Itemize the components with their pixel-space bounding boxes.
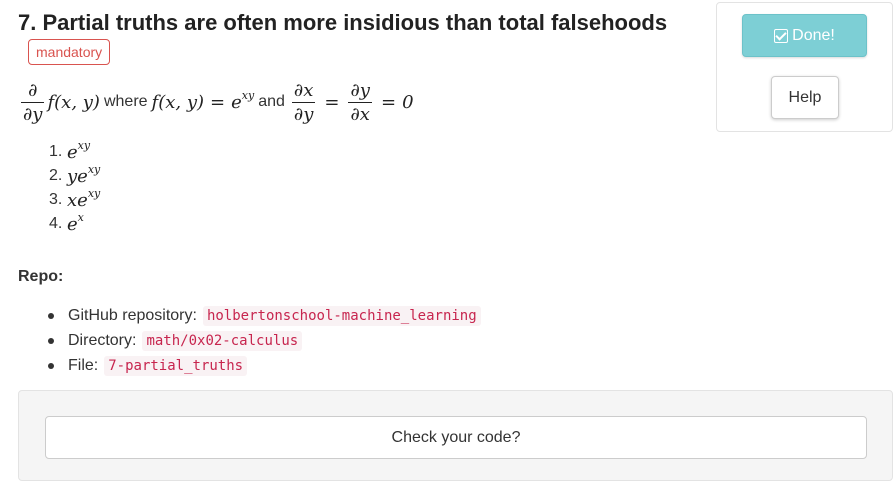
fraction-dx-dy: ∂x ∂y — [291, 79, 316, 125]
option-number: 2. — [49, 167, 63, 184]
repo-item-github: GitHub repository: holbertonschool-machi… — [48, 303, 481, 328]
equals-sign-3: = — [380, 91, 397, 113]
checkbox-checked-icon — [774, 28, 789, 43]
option-exponent: xy — [87, 187, 101, 200]
bullet-icon — [48, 337, 54, 344]
fraction-dy-dx-denominator: ∂x — [348, 101, 372, 125]
option-base: e — [77, 166, 88, 187]
option-expression: yexy — [67, 163, 101, 187]
option-exponent: x — [77, 211, 84, 224]
repo-name-code: holbertonschool-machine_learning — [202, 305, 481, 326]
answer-option-1: 1. exy — [49, 139, 100, 164]
fraction-dy-dx: ∂y ∂x — [348, 79, 372, 125]
done-button-label: Done! — [792, 26, 835, 44]
zero-value: 0 — [402, 91, 414, 113]
option-base: e — [77, 190, 88, 211]
check-code-button[interactable]: Check your code? — [45, 416, 867, 459]
done-button[interactable]: Done! — [742, 14, 867, 57]
answer-option-3: 3. xexy — [49, 187, 101, 212]
fraction-dx-dy-numerator: ∂x — [293, 79, 314, 101]
option-expression: ex — [67, 211, 84, 235]
exp-base: e — [231, 92, 242, 113]
bullet-icon — [48, 312, 54, 319]
file-code: 7-partial_truths — [104, 355, 248, 376]
function-definition-lhs: f(x, y) — [151, 91, 205, 113]
repo-item-label: Directory: — [68, 331, 137, 349]
fraction-dx-dy-denominator: ∂y — [291, 101, 316, 125]
option-number: 3. — [49, 191, 63, 208]
option-number: 4. — [49, 215, 63, 232]
option-expression: exy — [67, 139, 91, 163]
partial-derivative-operator: ∂ ∂y — [21, 79, 45, 125]
option-exponent: xy — [87, 163, 101, 176]
where-text: where — [103, 93, 148, 110]
option-number: 1. — [49, 143, 63, 160]
task-title: 7. Partial truths are often more insidio… — [18, 10, 668, 35]
fraction-dy-dx-numerator: ∂y — [350, 79, 370, 101]
equals-sign: = — [210, 91, 226, 113]
repo-details: GitHub repository: holbertonschool-machi… — [48, 303, 481, 378]
function-definition-rhs: exy — [231, 89, 255, 113]
partial-denominator: ∂y — [21, 101, 45, 125]
help-button[interactable]: Help — [771, 76, 839, 119]
repo-item-label: File: — [68, 356, 99, 374]
answer-option-4: 4. ex — [49, 211, 100, 236]
partial-numerator: ∂ — [28, 79, 38, 101]
exp-power: xy — [241, 89, 255, 102]
option-expression: xexy — [67, 187, 101, 211]
option-base: e — [67, 214, 78, 235]
option-base: e — [67, 142, 78, 163]
answer-option-2: 2. yexy — [49, 163, 101, 188]
repo-item-file: File: 7-partial_truths — [48, 353, 481, 378]
task-page: 7. Partial truths are often more insidio… — [0, 0, 894, 481]
option-prefix: y — [67, 166, 78, 187]
equals-sign-2: = — [324, 91, 340, 113]
option-prefix: x — [67, 190, 78, 211]
mandatory-badge: mandatory — [28, 39, 111, 65]
option-exponent: xy — [77, 139, 91, 152]
function-expression: f(x, y) — [47, 91, 100, 113]
answer-options: 1. exy 2. yexy 3. xexy 4. ex — [49, 139, 101, 236]
directory-code: math/0x02-calculus — [142, 330, 303, 351]
bullet-icon — [48, 362, 54, 369]
repo-heading: Repo: — [18, 268, 64, 285]
problem-statement: ∂ ∂y f(x, y) where f(x, y) = exy and ∂x … — [18, 76, 414, 128]
repo-item-label: GitHub repository: — [68, 306, 197, 324]
repo-item-directory: Directory: math/0x02-calculus — [48, 328, 481, 353]
and-text: and — [258, 93, 285, 110]
